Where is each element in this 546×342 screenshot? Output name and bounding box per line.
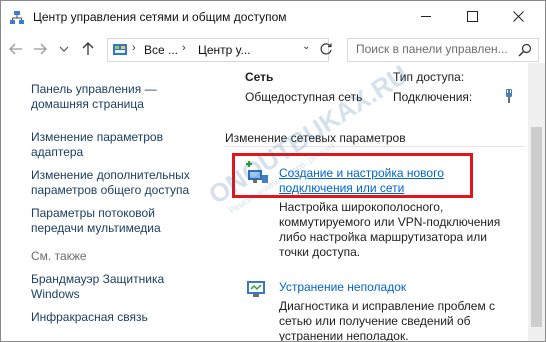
see-also-heading: См. также xyxy=(31,249,87,263)
description-line: коммутируемого или VPN-подключения xyxy=(279,215,501,229)
address-bar[interactable]: › Все ... › Центр у... ⌄ xyxy=(107,38,329,62)
search-icon[interactable] xyxy=(518,43,532,57)
description-line: устранении неполадок. xyxy=(279,329,409,342)
link-text-line: домашняя страница xyxy=(31,97,144,111)
network-name: Сеть xyxy=(245,70,274,84)
forward-button[interactable] xyxy=(31,40,49,58)
troubleshoot-icon xyxy=(247,281,265,297)
link-text-line: адаптера xyxy=(31,145,84,159)
breadcrumb-item[interactable]: Центр у... xyxy=(198,43,250,57)
link-text-line: Параметры потоковой xyxy=(31,206,155,220)
advanced-sharing-settings-link[interactable]: Изменение дополнительных параметров обще… xyxy=(31,168,190,198)
left-navigation-pane: Панель управления — домашняя страница Из… xyxy=(1,63,219,341)
troubleshoot-link[interactable]: Устранение неполадок xyxy=(279,280,406,295)
description-line: точки доступа. xyxy=(279,245,361,259)
window-title: Центр управления сетями и общим доступом xyxy=(33,10,287,24)
link-text-line: Windows xyxy=(31,287,80,301)
change-adapter-settings-link[interactable]: Изменение параметров адаптера xyxy=(31,130,163,160)
link-text-line: передачи мультимедиа xyxy=(31,221,161,235)
close-icon xyxy=(512,10,524,22)
refresh-button[interactable] xyxy=(317,40,335,58)
search-input[interactable] xyxy=(348,39,516,59)
control-panel-home-link[interactable]: Панель управления — домашняя страница xyxy=(31,82,157,112)
arrow-right-icon xyxy=(34,43,47,55)
chevron-down-icon xyxy=(59,46,69,52)
minimize-icon xyxy=(421,15,431,17)
network-center-icon xyxy=(10,11,24,24)
scrollbar-thumb[interactable] xyxy=(531,127,542,327)
infrared-link[interactable]: Инфракрасная связь xyxy=(31,310,148,325)
window: Центр управления сетями и общим доступом xyxy=(0,0,546,342)
up-button[interactable] xyxy=(79,40,97,58)
maximize-button[interactable] xyxy=(449,1,495,31)
link-text-line: Брандмауэр Защитника xyxy=(31,272,165,286)
description-line: сетью или получение сведений об xyxy=(279,314,471,328)
control-panel-icon xyxy=(113,44,127,55)
link-text-line: Инфракрасная связь xyxy=(31,310,148,324)
chevron-down-icon[interactable]: ⌄ xyxy=(302,41,310,52)
section-heading: Изменение сетевых параметров xyxy=(225,131,406,145)
access-type-label: Тип доступа: xyxy=(393,70,465,84)
navigation-bar: › Все ... › Центр у... ⌄ xyxy=(1,35,545,63)
link-text-line: Изменение дополнительных xyxy=(31,168,190,182)
vertical-scrollbar[interactable] xyxy=(528,63,545,341)
description-line: либо настройка маршрутизатора или xyxy=(279,230,487,244)
link-text-line: параметров общего доступа xyxy=(31,183,190,197)
media-streaming-settings-link[interactable]: Параметры потоковой передачи мультимедиа xyxy=(31,206,161,236)
arrow-up-icon xyxy=(82,42,94,55)
link-text-line: Изменение параметров xyxy=(31,130,163,144)
description-line: Настройка широкополосного, xyxy=(279,200,444,214)
breadcrumb-separator-icon: › xyxy=(182,42,186,54)
minimize-button[interactable] xyxy=(403,1,449,31)
refresh-icon xyxy=(320,43,332,55)
network-type: Общедоступная сеть xyxy=(245,90,363,104)
highlight-box xyxy=(232,153,473,198)
breadcrumb-item[interactable]: Все ... xyxy=(144,43,178,57)
arrow-left-icon xyxy=(9,43,22,55)
create-connection-description: Настройка широкополосного, коммутируемог… xyxy=(279,200,500,260)
ethernet-icon[interactable] xyxy=(504,88,514,104)
description-line: Диагностика и исправление проблем с xyxy=(279,299,496,313)
troubleshoot-description: Диагностика и исправление проблем с сеть… xyxy=(279,299,496,342)
search-box[interactable] xyxy=(347,38,539,62)
maximize-icon xyxy=(466,10,478,22)
breadcrumb-separator-icon: › xyxy=(132,42,136,54)
back-button[interactable] xyxy=(7,40,25,58)
recent-locations-button[interactable] xyxy=(55,40,73,58)
title-bar: Центр управления сетями и общим доступом xyxy=(1,1,545,35)
section-divider xyxy=(225,146,525,147)
windows-firewall-link[interactable]: Брандмауэр Защитника Windows xyxy=(31,272,164,302)
link-text-line: Панель управления — xyxy=(31,82,157,96)
connections-label: Подключения: xyxy=(393,90,473,104)
close-button[interactable] xyxy=(495,1,541,31)
